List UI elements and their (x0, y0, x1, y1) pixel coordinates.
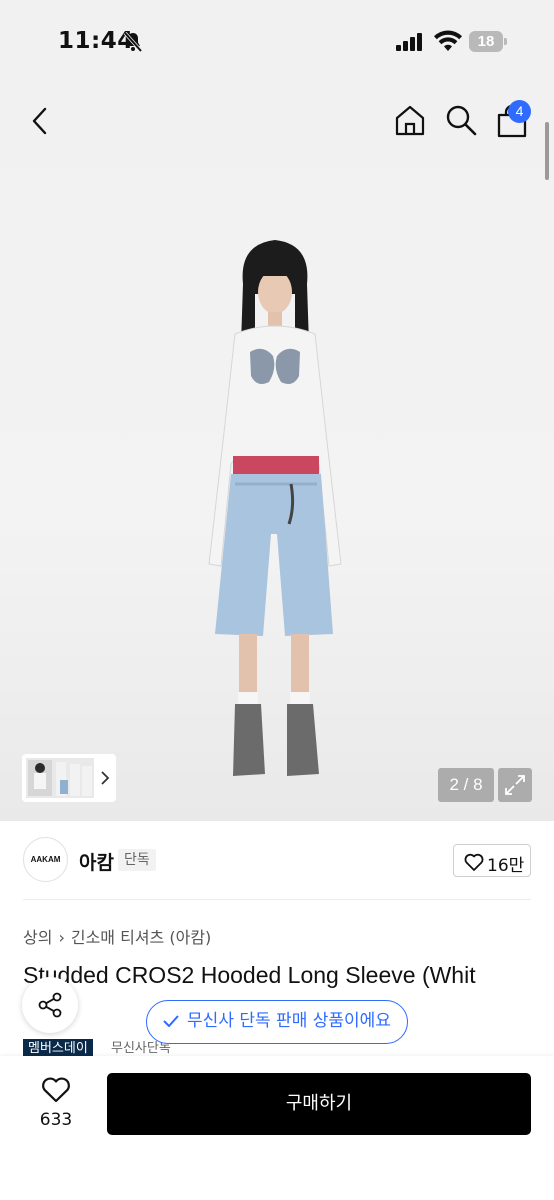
heart-icon (464, 853, 484, 871)
wifi-icon (434, 30, 462, 51)
search-icon[interactable] (445, 104, 477, 136)
expand-button[interactable] (498, 768, 532, 802)
divider (23, 899, 531, 900)
bell-muted-icon (123, 31, 143, 53)
breadcrumb-separator-icon: › (58, 928, 65, 947)
check-icon (163, 1015, 179, 1027)
brand-name[interactable]: 아캄 (79, 848, 114, 875)
home-icon[interactable] (394, 104, 426, 136)
breadcrumb-category[interactable]: 상의 (23, 928, 52, 947)
page-indicator: 2 / 8 (438, 768, 494, 802)
cellular-signal-icon (396, 33, 422, 51)
heart-icon (42, 1077, 70, 1103)
product-title: Studded CROS2 Hooded Long Sleeve (Whit (23, 962, 476, 988)
battery-level: 18 (469, 31, 503, 52)
brand-like-button[interactable]: 16만 (453, 844, 531, 877)
chevron-right-icon[interactable] (98, 768, 112, 788)
exclusive-toast: 무신사 단독 판매 상품이에요 (146, 1000, 408, 1044)
bottom-action-bar: 633 구매하기 (0, 1056, 554, 1200)
scrollbar[interactable] (545, 122, 549, 180)
brand-logo[interactable]: AAKAM (23, 837, 68, 882)
wishlist-count: 633 (39, 1110, 73, 1130)
toast-text: 무신사 단독 판매 상품이에요 (187, 1011, 391, 1031)
share-icon (38, 992, 62, 1018)
thumbnail-strip[interactable] (22, 754, 116, 802)
battery-tip (504, 38, 507, 45)
wishlist-button[interactable]: 633 (30, 1076, 82, 1136)
brand-exclusive-tag: 단독 (118, 849, 156, 871)
breadcrumb-subcategory[interactable]: 긴소매 티셔츠 (아캄) (71, 928, 211, 947)
product-gallery[interactable]: 4 2 / 8 (0, 84, 554, 821)
brand-row: AAKAM 아캄 단독 16만 (0, 821, 554, 901)
cart-count-badge[interactable]: 4 (508, 100, 531, 123)
thumbnail-image[interactable] (26, 758, 94, 798)
share-button[interactable] (22, 977, 78, 1033)
buy-button[interactable]: 구매하기 (107, 1073, 531, 1135)
product-photo (208, 240, 342, 776)
expand-icon (505, 775, 525, 795)
battery-indicator: 18 (469, 31, 507, 52)
status-bar: 11:44 18 (0, 0, 554, 84)
breadcrumb: 상의 › 긴소매 티셔츠 (아캄) (23, 924, 211, 948)
brand-like-count: 16만 (487, 856, 525, 876)
back-arrow-icon[interactable] (26, 106, 54, 136)
